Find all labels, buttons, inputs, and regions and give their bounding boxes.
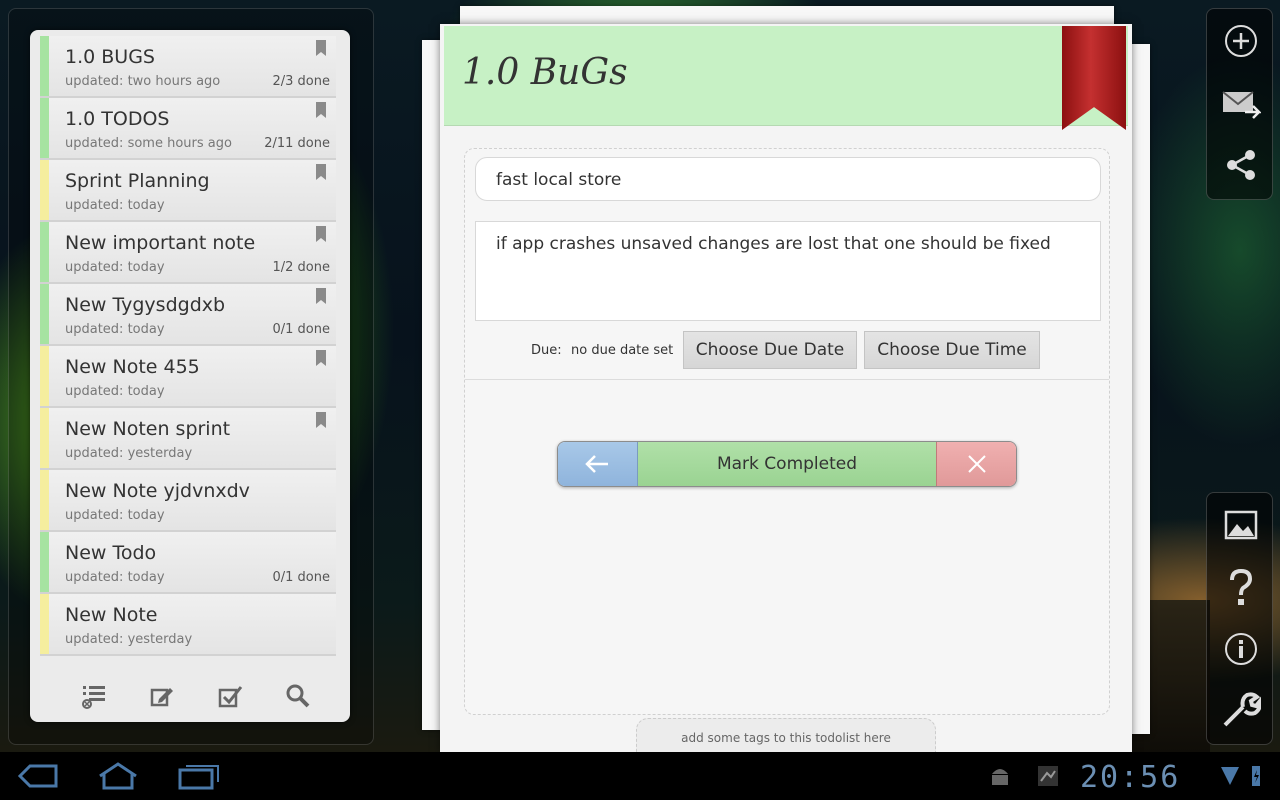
note-title: New Todo: [65, 542, 157, 564]
android-debug-icon: [978, 762, 1022, 790]
task-description-field[interactable]: if app crashes unsaved changes are lost …: [475, 221, 1101, 321]
divider: [465, 379, 1109, 380]
note-done-count: 0/1 done: [272, 570, 331, 585]
delete-button[interactable]: [936, 442, 1016, 486]
note-color-stripe: [40, 470, 49, 530]
choose-due-date-button[interactable]: Choose Due Date: [683, 331, 857, 369]
list-item[interactable]: New Tygysdgdxb updated: today 0/1 done: [40, 284, 336, 346]
note-updated: updated: yesterday: [65, 446, 193, 461]
note-title: Sprint Planning: [65, 170, 210, 192]
note-title: 1.0 TODOS: [65, 108, 170, 130]
list-item[interactable]: 1.0 TODOS updated: some hours ago 2/11 don…: [40, 98, 336, 160]
info-icon[interactable]: [1221, 629, 1261, 669]
note-list: 1.0 BUGS updated: two hours ago 2/3 done 1.…: [40, 36, 336, 668]
checklist-icon[interactable]: [214, 680, 246, 712]
task-action-bar: Mark Completed: [557, 441, 1017, 487]
help-icon[interactable]: [1221, 567, 1261, 607]
home-icon[interactable]: [94, 762, 142, 790]
note-updated: updated: today: [65, 322, 165, 337]
page-title: 1.0 BuGs: [462, 52, 628, 93]
search-icon[interactable]: [282, 680, 314, 712]
list-item[interactable]: New important note updated: today 1/2 done: [40, 222, 336, 284]
note-updated: updated: today: [65, 570, 165, 585]
bookmark-icon[interactable]: [316, 288, 326, 304]
previous-button[interactable]: [558, 442, 638, 486]
side-actions-bottom: [1206, 492, 1273, 745]
bookmark-icon[interactable]: [316, 226, 326, 242]
note-done-count: 2/11 done: [264, 136, 330, 151]
note-updated: updated: two hours ago: [65, 74, 221, 89]
note-title: New Tygysdgdxb: [65, 294, 226, 316]
due-value: no due date set: [571, 343, 674, 358]
choose-due-time-button[interactable]: Choose Due Time: [864, 331, 1040, 369]
add-icon[interactable]: [1221, 21, 1261, 61]
note-updated: updated: today: [65, 508, 165, 523]
list-item[interactable]: New Todo updated: today 0/1 done: [40, 532, 336, 594]
task-content-box: fast local store if app crashes unsaved …: [464, 148, 1110, 715]
close-icon: [967, 455, 986, 473]
notification-icon: [1026, 762, 1070, 790]
battery-icon: [1244, 762, 1268, 790]
note-updated: updated: today: [65, 198, 165, 213]
note-list-panel: 1.0 BUGS updated: two hours ago 2/3 done 1.…: [30, 30, 350, 722]
share-icon[interactable]: [1221, 145, 1261, 185]
note-title: New Note 455: [65, 356, 200, 378]
email-icon[interactable]: [1221, 83, 1261, 123]
recent-apps-icon[interactable]: [174, 762, 222, 790]
note-color-stripe: [40, 98, 49, 158]
due-label: Due:: [531, 343, 562, 358]
list-item[interactable]: 1.0 BUGS updated: two hours ago 2/3 done: [40, 36, 336, 98]
list-toolbar: [30, 670, 350, 722]
note-color-stripe: [40, 284, 49, 344]
list-item[interactable]: New Note updated: yesterday: [40, 594, 336, 656]
note-updated: updated: some hours ago: [65, 136, 232, 151]
clock: 20:56: [1080, 760, 1181, 795]
list-item[interactable]: New Note 455 updated: today: [40, 346, 336, 408]
note-title: New Noten sprint: [65, 418, 231, 440]
note-updated: updated: yesterday: [65, 632, 193, 647]
note-title: New important note: [65, 232, 256, 254]
bookmark-icon[interactable]: [316, 102, 326, 118]
note-title: 1.0 BUGS: [65, 46, 155, 68]
note-color-stripe: [40, 594, 49, 654]
bookmark-icon[interactable]: [316, 40, 326, 56]
edit-note-icon[interactable]: [146, 680, 178, 712]
note-color-stripe: [40, 222, 49, 282]
list-item[interactable]: New Note yjdvnxdv updated: today: [40, 470, 336, 532]
note-color-stripe: [40, 346, 49, 406]
bookmark-icon[interactable]: [316, 164, 326, 180]
note-done-count: 0/1 done: [272, 322, 331, 337]
note-color-stripe: [40, 36, 49, 96]
note-title: New Note: [65, 604, 158, 626]
list-settings-icon[interactable]: [78, 680, 110, 712]
note-updated: updated: today: [65, 260, 165, 275]
note-done-count: 1/2 done: [272, 260, 331, 275]
note-updated: updated: today: [65, 384, 165, 399]
arrow-left-icon: [585, 455, 609, 473]
note-color-stripe: [40, 160, 49, 220]
note-title: New Note yjdvnxdv: [65, 480, 250, 502]
bookmark-icon[interactable]: [316, 350, 326, 366]
note-color-stripe: [40, 408, 49, 468]
bookmark-icon[interactable]: [316, 412, 326, 428]
tags-input[interactable]: add some tags to this todolist here: [636, 718, 936, 752]
side-actions-top: [1206, 8, 1273, 200]
note-done-count: 2/3 done: [272, 74, 331, 89]
note-color-stripe: [40, 532, 49, 592]
wifi-icon: [1218, 762, 1242, 790]
back-icon[interactable]: [14, 762, 62, 790]
image-icon[interactable]: [1221, 505, 1261, 545]
mark-completed-button[interactable]: Mark Completed: [637, 442, 937, 486]
settings-wrench-icon[interactable]: [1221, 691, 1261, 731]
list-item[interactable]: New Noten sprint updated: yesterday: [40, 408, 336, 470]
list-item[interactable]: Sprint Planning updated: today: [40, 160, 336, 222]
todo-detail-paper: 1.0 BuGs fast local store if app crashes…: [440, 24, 1132, 752]
paper-header: 1.0 BuGs: [444, 26, 1128, 126]
paper-stack-right: [1130, 44, 1150, 734]
task-title-field[interactable]: fast local store: [475, 157, 1101, 201]
